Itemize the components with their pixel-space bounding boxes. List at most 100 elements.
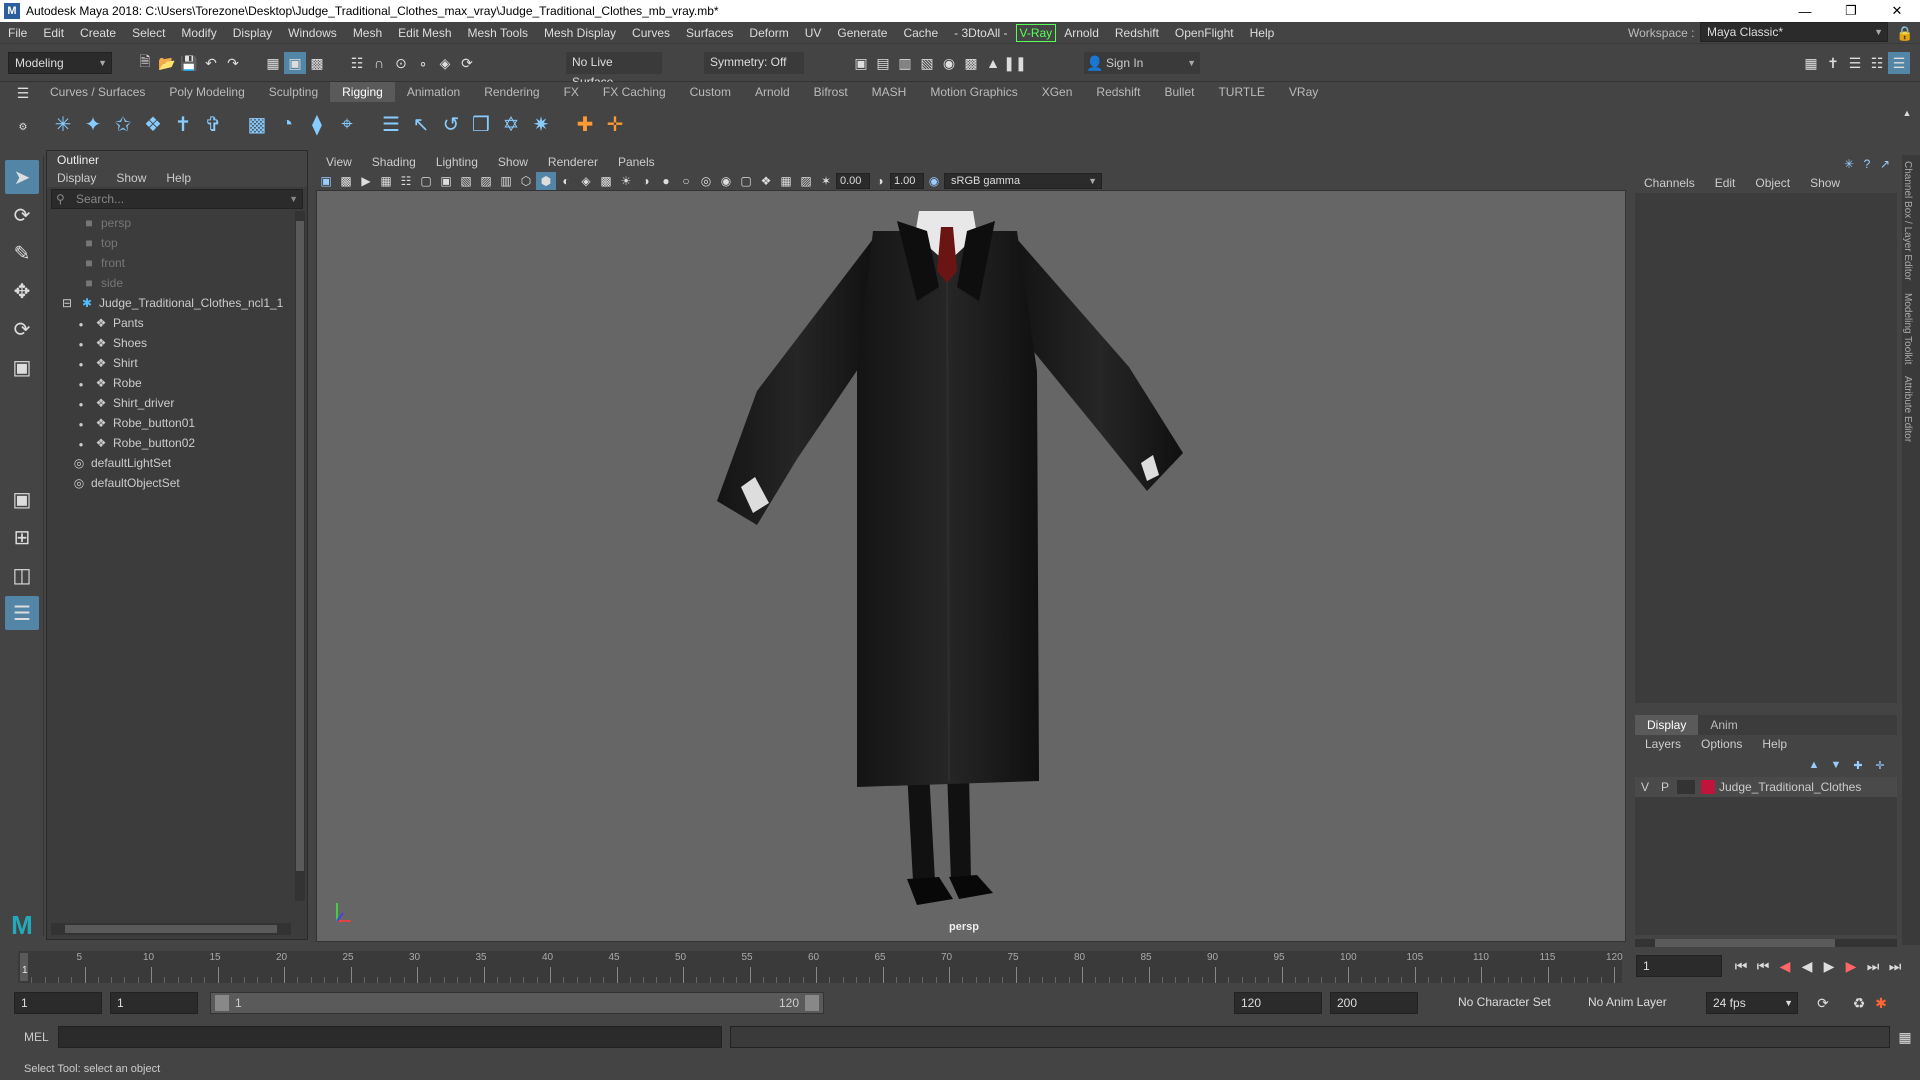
layer-tab-anim[interactable]: Anim	[1698, 715, 1749, 735]
layer-menu-layers[interactable]: Layers	[1635, 733, 1691, 755]
paint-weights-icon[interactable]: ⧫	[302, 106, 332, 142]
menu-3dtoall[interactable]: - 3DtoAll -	[946, 22, 1015, 44]
smooth-shade-icon[interactable]: ⬢	[536, 172, 556, 190]
ik-spline-icon[interactable]: ❖	[138, 106, 168, 142]
range-slider-end-handle[interactable]	[805, 995, 819, 1011]
shelf-tab-fx-caching[interactable]: FX Caching	[591, 82, 678, 102]
viewport-menu-panels[interactable]: Panels	[608, 152, 665, 172]
outliner-hscroll[interactable]	[51, 923, 291, 935]
step-back-key-icon[interactable]: ◀	[1774, 955, 1796, 977]
expand-icon[interactable]: ●	[73, 315, 89, 335]
menu-mesh-display[interactable]: Mesh Display	[536, 22, 624, 44]
lasso-tool-icon[interactable]: ⟳	[5, 198, 39, 232]
redo-icon[interactable]: ↷	[222, 52, 244, 74]
layer-menu-options[interactable]: Options	[1691, 733, 1752, 755]
outliner-item-shirt[interactable]: ● ❖ Shirt	[47, 353, 307, 373]
viewport-menu-shading[interactable]: Shading	[362, 152, 426, 172]
humanik-icon[interactable]: ✝	[168, 106, 198, 142]
anim-end-field[interactable]: 200	[1330, 992, 1418, 1014]
move-tool-icon[interactable]: ✥	[5, 274, 39, 308]
camera-attributes-icon[interactable]: ▩	[336, 172, 356, 190]
viewport-persp[interactable]: persp	[316, 190, 1626, 942]
outliner-item-persp[interactable]: ■ persp	[47, 213, 307, 233]
restore-button[interactable]: ❐	[1828, 0, 1874, 22]
outliner-menu-display[interactable]: Display	[47, 169, 106, 187]
sign-in-button[interactable]: 👤 Sign In ▼	[1084, 52, 1200, 74]
loop-icon[interactable]: ⟳	[1812, 992, 1834, 1014]
resolution-gate-icon[interactable]: ▣	[436, 172, 456, 190]
xray-joints-icon[interactable]: ▦	[776, 172, 796, 190]
open-scene-icon[interactable]: 📂	[156, 52, 178, 74]
isolate-select-icon[interactable]: ▢	[736, 172, 756, 190]
use-all-lights-icon[interactable]: ☀	[616, 172, 636, 190]
help-icon[interactable]: ?	[1858, 155, 1876, 173]
grid-icon[interactable]: ☷	[396, 172, 416, 190]
channel-box-menu-show[interactable]: Show	[1800, 172, 1850, 194]
play-backward-icon[interactable]: ◀	[1796, 955, 1818, 977]
move-layer-down-icon[interactable]: ▼	[1825, 755, 1847, 775]
outliner-item-front[interactable]: ■ front	[47, 253, 307, 273]
menu-arnold[interactable]: Arnold	[1056, 22, 1107, 44]
film-gate-icon[interactable]: ▢	[416, 172, 436, 190]
menu-curves[interactable]: Curves	[624, 22, 678, 44]
undo-icon[interactable]: ↶	[200, 52, 222, 74]
shelf-tab-mash[interactable]: MASH	[860, 82, 919, 102]
expand-icon[interactable]: ●	[73, 375, 89, 395]
current-frame-field[interactable]: 1	[1636, 955, 1722, 977]
shelf-tab-redshift[interactable]: Redshift	[1084, 82, 1152, 102]
shelf-tab-rigging[interactable]: Rigging	[330, 82, 395, 102]
shelf-tab-vray[interactable]: VRay	[1277, 82, 1330, 102]
workspace-dropdown[interactable]: Maya Classic* ▼	[1700, 22, 1888, 42]
create-joints-icon[interactable]: ✳	[48, 106, 78, 142]
menu-generate[interactable]: Generate	[829, 22, 895, 44]
cluster-icon[interactable]: ☰	[376, 106, 406, 142]
shelf-tab-motion-graphics[interactable]: Motion Graphics	[918, 82, 1029, 102]
shelf-tab-turtle[interactable]: TURTLE	[1206, 82, 1276, 102]
cluster-deformer-icon[interactable]: ✛	[600, 106, 630, 142]
outliner-item-top[interactable]: ■ top	[47, 233, 307, 253]
save-scene-icon[interactable]: 💾	[178, 52, 200, 74]
outliner-item-shoes[interactable]: ● ❖ Shoes	[47, 333, 307, 353]
new-layer-icon[interactable]: ✚	[1847, 755, 1869, 775]
range-slider-start-handle[interactable]	[215, 995, 229, 1011]
shelf-tab-rendering[interactable]: Rendering	[472, 82, 551, 102]
fps-dropdown[interactable]: 24 fps ▼	[1706, 992, 1798, 1014]
viewport-menu-renderer[interactable]: Renderer	[538, 152, 608, 172]
quick-rig-icon[interactable]: ✞	[198, 106, 228, 142]
outliner-item-robe-button01[interactable]: ● ❖ Robe_button01	[47, 413, 307, 433]
outliner-hscroll-thumb[interactable]	[65, 925, 277, 933]
menu-uv[interactable]: UV	[797, 22, 830, 44]
orient-constraint-icon[interactable]: ↺	[436, 106, 466, 142]
expand-icon[interactable]: ●	[73, 395, 89, 415]
go-to-start-icon[interactable]: ⏮	[1730, 955, 1752, 977]
snap-live-icon[interactable]: ⟳	[456, 52, 478, 74]
motion-blur-icon[interactable]: ○	[676, 172, 696, 190]
shadows-icon[interactable]: ◑	[636, 172, 656, 190]
outliner-item-root[interactable]: ⊟ ✱ Judge_Traditional_Clothes_ncl1_1	[47, 293, 307, 313]
expand-icon[interactable]: ●	[73, 335, 89, 355]
anim-preferences-icon[interactable]: ✱	[1870, 992, 1892, 1014]
shelf-tab-poly-modeling[interactable]: Poly Modeling	[157, 82, 256, 102]
locator-icon[interactable]: ✚	[570, 106, 600, 142]
channel-box-menu-object[interactable]: Object	[1745, 172, 1800, 194]
image-plane-icon[interactable]: ▦	[376, 172, 396, 190]
menu-deform[interactable]: Deform	[741, 22, 796, 44]
character-set-dropdown[interactable]: No Character Set	[1452, 992, 1576, 1014]
gamma-field[interactable]: 1.00	[890, 173, 924, 189]
outliner-item-defaultobjectset[interactable]: ◎ defaultObjectSet	[47, 473, 307, 493]
menu-redshift[interactable]: Redshift	[1107, 22, 1167, 44]
scale-tool-icon[interactable]: ▣	[5, 350, 39, 384]
layer-hscroll-thumb[interactable]	[1655, 939, 1835, 947]
select-tool-icon[interactable]: ➤	[5, 160, 39, 194]
textured-icon[interactable]: ▩	[596, 172, 616, 190]
viewport-menu-lighting[interactable]: Lighting	[426, 152, 488, 172]
menu-cache[interactable]: Cache	[895, 22, 946, 44]
four-view-icon[interactable]: ⊞	[5, 520, 39, 554]
pause-icon[interactable]: ❚❚	[1003, 52, 1026, 74]
insert-joint-icon[interactable]: ✦	[78, 106, 108, 142]
shelf-menu-icon[interactable]: ☰	[12, 82, 34, 104]
hypershade-icon[interactable]: ▧	[916, 52, 938, 74]
outliner-search[interactable]: ⚲ Search... ▼	[51, 189, 303, 209]
outliner-menu-help[interactable]: Help	[156, 169, 201, 187]
play-forward-icon[interactable]: ▶	[1818, 955, 1840, 977]
